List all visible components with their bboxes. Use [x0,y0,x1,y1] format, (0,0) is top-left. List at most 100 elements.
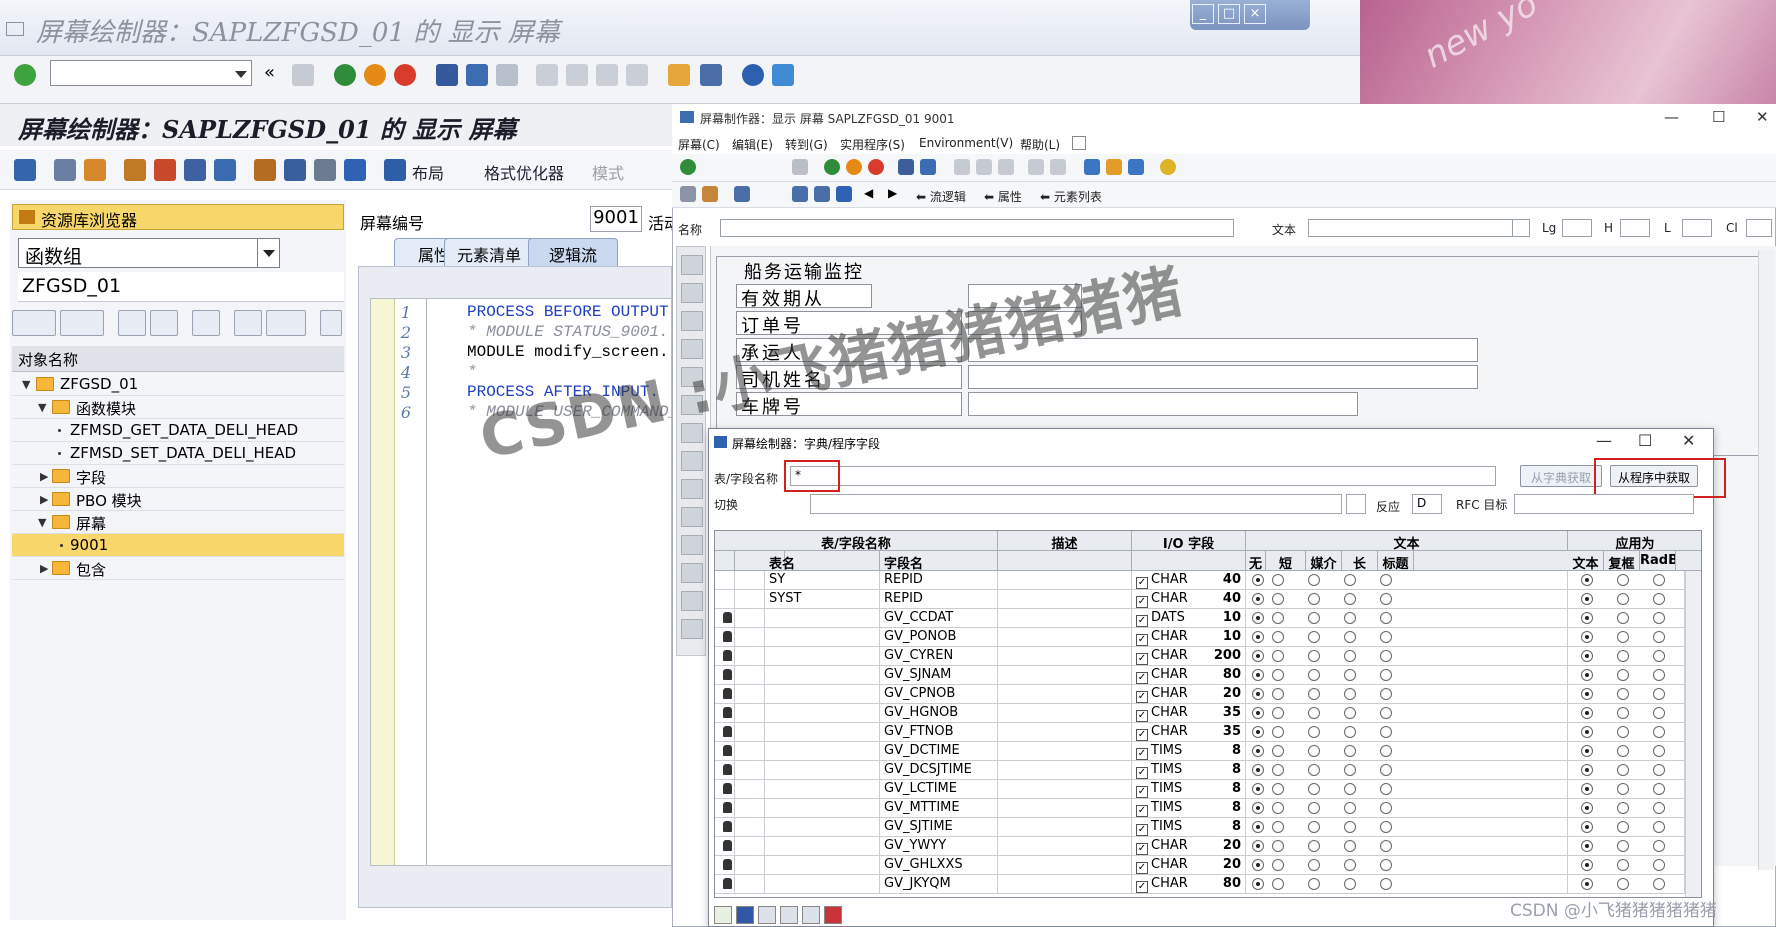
help-icon[interactable] [742,64,764,86]
text-option-radio[interactable] [1344,726,1356,738]
field-plate-no[interactable] [968,392,1358,416]
menu-environment[interactable]: Environment(V) [919,136,1013,150]
io-field-cell[interactable]: ✓ DATS 10 [1132,609,1246,628]
text-option-radio[interactable] [1344,612,1356,624]
table-row[interactable]: GV_SJNAM ✓ CHAR 80 [715,666,1701,685]
back-arrow-icon[interactable] [14,159,36,181]
apply-option-radio[interactable] [1653,650,1665,662]
find-icon[interactable] [466,64,488,86]
text-option-radio[interactable] [1252,878,1264,890]
tree-node-fm-get[interactable]: ZFMSD_GET_DATA_DELI_HEAD [12,419,344,442]
select-cell[interactable] [735,761,765,780]
tree-node-fields[interactable]: ▶ 字段 [12,465,344,488]
info-icon[interactable] [836,186,852,202]
expanded-arrow-icon[interactable]: ▼ [22,378,30,391]
cancel-icon[interactable] [824,906,842,924]
maximize-button[interactable]: ☐ [1638,431,1652,450]
text-option-radio[interactable] [1344,745,1356,757]
io-field-cell[interactable]: ✓ TIMS 8 [1132,761,1246,780]
exit-icon[interactable] [846,159,862,175]
text-option-radio[interactable] [1308,802,1320,814]
table-row[interactable]: GV_DCTIME ✓ TIMS 8 [715,742,1701,761]
apply-option-radio[interactable] [1581,878,1593,890]
copy-icon[interactable] [976,159,992,175]
text-option-radio[interactable] [1344,650,1356,662]
text-option-radio[interactable] [1272,688,1284,700]
text-option-radio[interactable] [1252,802,1264,814]
format-optimizer-button[interactable]: 格式优化器 [484,160,564,184]
custom-control-icon[interactable] [681,591,703,611]
text-option-radio[interactable] [1344,859,1356,871]
apply-option-radio[interactable] [1617,764,1629,776]
other-object-icon[interactable] [124,159,146,181]
maximize-button[interactable]: ☐ [1712,108,1725,126]
checkbox-checked-icon[interactable]: ✓ [1136,767,1148,779]
text-option-radio[interactable] [1308,612,1320,624]
name-field[interactable] [720,219,1234,237]
binoculars-icon[interactable] [192,310,220,336]
text-option-radio[interactable] [1308,745,1320,757]
text-option-radio[interactable] [1252,821,1264,833]
test-icon[interactable] [184,159,206,181]
status-icon-element-icon[interactable] [681,619,703,639]
apply-option-radio[interactable] [1653,802,1665,814]
apply-option-radio[interactable] [1653,726,1665,738]
text-option-radio[interactable] [1252,707,1264,719]
expanded-arrow-icon[interactable]: ▼ [38,516,46,529]
menu-goto[interactable]: 转到(G) [785,136,828,153]
select-cell[interactable] [735,704,765,723]
element-list-button[interactable]: ⬅ 元素列表 [1040,188,1102,205]
more-icon[interactable] [320,310,342,336]
io-field-cell[interactable]: ✓ CHAR 35 [1132,723,1246,742]
mode-button[interactable]: 模式 [592,160,624,184]
select-cell[interactable] [735,856,765,875]
prev-icon[interactable]: ◀ [864,186,873,200]
text-list-icon[interactable] [1512,219,1530,237]
text-option-radio[interactable] [1252,593,1264,605]
align-icon[interactable] [284,159,306,181]
next-page-icon[interactable] [596,64,618,86]
apply-option-radio[interactable] [1617,726,1629,738]
help-icon[interactable] [1160,159,1176,175]
text-option-radio[interactable] [1344,631,1356,643]
apply-option-radio[interactable] [1581,745,1593,757]
lg-field[interactable] [1562,219,1592,237]
layout-icon[interactable] [1084,159,1100,175]
text-option-radio[interactable] [1380,669,1392,681]
close-button[interactable]: ✕ [1682,431,1695,450]
fields-icon[interactable] [814,186,830,202]
apply-option-radio[interactable] [1653,707,1665,719]
text-option-radio[interactable] [1252,726,1264,738]
text-option-radio[interactable] [1344,764,1356,776]
hierarchy-icon[interactable] [234,310,262,336]
select-all-icon[interactable] [736,906,754,924]
text-option-radio[interactable] [1308,574,1320,586]
text-option-radio[interactable] [1252,631,1264,643]
input-element-icon[interactable] [681,311,703,331]
list-icon[interactable] [314,159,336,181]
text-option-radio[interactable] [1308,669,1320,681]
apply-option-radio[interactable] [1617,707,1629,719]
table-row[interactable]: GV_YWYY ✓ CHAR 20 [715,837,1701,856]
text-option-radio[interactable] [1272,669,1284,681]
layout-arrow-icon[interactable] [384,159,406,181]
select-cell[interactable] [735,799,765,818]
text-option-radio[interactable] [1308,650,1320,662]
favorites-icon[interactable] [266,310,306,336]
text-option-radio[interactable] [1380,783,1392,795]
attributes-button[interactable]: ⬅ 属性 [984,188,1022,205]
enter-icon[interactable] [14,64,36,86]
cut-icon[interactable] [954,159,970,175]
prev-page-icon[interactable] [566,64,588,86]
confirm-icon[interactable] [714,906,732,924]
table-row[interactable]: SYST REPID ✓ CHAR 40 [715,590,1701,609]
apply-option-radio[interactable] [1617,821,1629,833]
select-cell[interactable] [735,780,765,799]
shortcut-icon[interactable] [700,64,722,86]
text-option-radio[interactable] [1344,669,1356,681]
reaction-select[interactable]: D [1412,494,1442,514]
object-type-select[interactable]: 函数组 [18,238,280,268]
exit-icon[interactable] [364,64,386,86]
select-cell[interactable] [735,818,765,837]
field-driver-name[interactable] [968,365,1478,389]
